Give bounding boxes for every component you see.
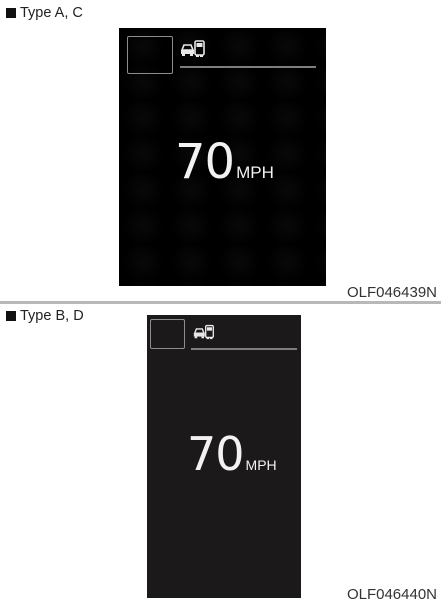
empty-indicator-box: [150, 319, 185, 349]
speed-value: 70: [175, 134, 235, 190]
panel-type-a-c: Type A, C 70 MPH OLF046439N: [0, 0, 441, 301]
type-label: Type B, D: [6, 309, 84, 324]
speed-value: 70: [187, 427, 245, 481]
square-bullet-icon: [6, 311, 16, 322]
speed-unit: MPH: [245, 457, 277, 473]
vehicle-distance-icon: [180, 40, 205, 57]
type-label-text: Type A, C: [20, 5, 83, 21]
cluster-display: 70 MPH: [147, 315, 301, 598]
vehicle-distance-icon: [193, 324, 214, 340]
cluster-display: 70 MPH: [119, 28, 326, 286]
set-speed: 70 MPH: [187, 427, 277, 481]
square-bullet-icon: [6, 8, 16, 19]
divider-line: [180, 66, 316, 68]
empty-indicator-box: [127, 36, 173, 74]
type-label-text: Type B, D: [20, 308, 84, 324]
figure-code: OLF046440N: [346, 586, 437, 603]
set-speed: 70 MPH: [175, 134, 274, 190]
speed-unit: MPH: [236, 163, 274, 182]
type-label: Type A, C: [6, 6, 83, 21]
divider-line: [191, 348, 297, 350]
figure-code: OLF046439N: [346, 284, 437, 301]
